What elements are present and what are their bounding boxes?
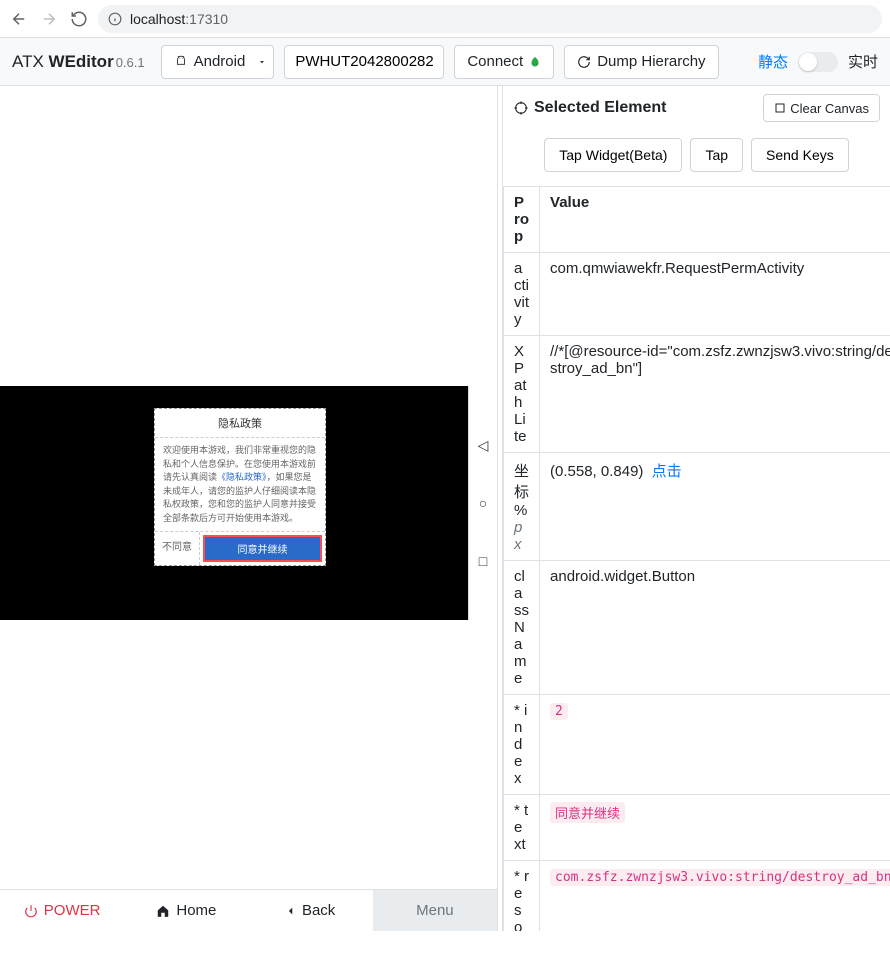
table-row: * resourceIdcom.zsfz.zwnzjsw3.vivo:strin… <box>504 861 890 932</box>
browser-bar: localhost:17310 <box>0 0 890 38</box>
nav-back-icon[interactable] <box>8 8 30 30</box>
back-label: Back <box>302 902 335 919</box>
coord-click-link[interactable]: 点击 <box>652 463 682 480</box>
nav-recent-square-icon[interactable]: □ <box>479 553 487 569</box>
platform-label: Android <box>194 53 246 70</box>
table-row: * text同意并继续 <box>504 795 890 861</box>
properties-table: PropValue activitycom.qmwiawekfr.Request… <box>503 186 890 931</box>
info-icon <box>108 12 122 26</box>
tap-widget-button[interactable]: Tap Widget(Beta) <box>544 138 682 172</box>
privacy-dialog: 隐私政策 欢迎使用本游戏，我们非常重视您的隐私和个人信息保护。在您使用本游戏前请… <box>154 408 326 566</box>
connect-label: Connect <box>467 53 523 70</box>
platform-dropdown[interactable]: Android <box>161 45 275 79</box>
clear-label: Clear Canvas <box>790 101 869 116</box>
refresh-icon <box>577 55 591 69</box>
nav-forward-icon[interactable] <box>38 8 60 30</box>
bottom-nav: POWER Home Back Menu <box>0 889 497 931</box>
status-static: 静态 <box>758 51 788 72</box>
selected-element-title: Selected Element <box>513 99 755 117</box>
nav-home-circle-icon[interactable]: ○ <box>479 495 487 511</box>
clear-canvas-button[interactable]: Clear Canvas <box>763 94 880 122</box>
app-title: ATX WEditor0.6.1 <box>12 52 145 72</box>
device-nav-bar: ◁ ○ □ <box>468 386 497 620</box>
url-bar[interactable]: localhost:17310 <box>98 5 882 33</box>
right-pane: Selected Element Clear Canvas Tap Widget… <box>503 86 890 931</box>
chevron-down-icon <box>257 57 267 67</box>
refresh-icon[interactable] <box>68 8 90 30</box>
connect-button[interactable]: Connect <box>454 45 554 79</box>
realtime-toggle[interactable] <box>798 52 838 72</box>
main-area: ◁ ○ □ 隐私政策 欢迎使用本游戏，我们非常重视您的隐私和个人信息保护。在您使… <box>0 86 890 931</box>
status-realtime: 实时 <box>848 51 878 72</box>
dialog-body: 欢迎使用本游戏，我们非常重视您的隐私和个人信息保护。在您使用本游戏前请先认真阅读… <box>155 438 325 531</box>
send-keys-button[interactable]: Send Keys <box>751 138 849 172</box>
tap-button[interactable]: Tap <box>690 138 743 172</box>
nav-back-triangle-icon[interactable]: ◁ <box>478 437 489 454</box>
table-row: * index2 <box>504 695 890 795</box>
agree-button[interactable]: 同意并继续 <box>203 535 322 562</box>
square-icon <box>774 102 786 114</box>
power-button[interactable]: POWER <box>0 890 124 931</box>
menu-button[interactable]: Menu <box>373 890 497 931</box>
left-pane: ◁ ○ □ 隐私政策 欢迎使用本游戏，我们非常重视您的隐私和个人信息保护。在您使… <box>0 86 497 931</box>
table-row: activitycom.qmwiawekfr.RequestPermActivi… <box>504 253 890 336</box>
home-icon <box>156 904 170 918</box>
disagree-button[interactable]: 不同意 <box>155 532 200 565</box>
table-row: classNameandroid.widget.Button <box>504 561 890 695</box>
leaf-icon <box>529 56 541 68</box>
app-toolbar: ATX WEditor0.6.1 Android Connect Dump Hi… <box>0 38 890 86</box>
table-row: XPathLite//*[@resource-id="com.zsfz.zwnz… <box>504 336 890 453</box>
header-prop: Prop <box>504 187 540 253</box>
device-view[interactable]: ◁ ○ □ 隐私政策 欢迎使用本游戏，我们非常重视您的隐私和个人信息保护。在您使… <box>0 86 497 889</box>
chevron-left-icon <box>286 904 296 918</box>
power-icon <box>24 904 38 918</box>
back-button[interactable]: Back <box>249 890 373 931</box>
header-value: Value <box>540 187 890 253</box>
crosshair-icon <box>513 100 529 116</box>
dump-label: Dump Hierarchy <box>597 53 705 70</box>
dump-hierarchy-button[interactable]: Dump Hierarchy <box>564 45 718 79</box>
home-label: Home <box>176 902 216 919</box>
home-button[interactable]: Home <box>124 890 248 931</box>
menu-label: Menu <box>416 902 454 919</box>
dialog-title: 隐私政策 <box>155 409 325 438</box>
power-label: POWER <box>44 902 101 919</box>
device-input[interactable] <box>284 45 444 79</box>
table-row: 坐标 % px(0.558, 0.849) 点击 <box>504 453 890 561</box>
url-text: localhost:17310 <box>130 11 228 27</box>
android-icon <box>174 55 188 69</box>
privacy-link[interactable]: 《隐私政策》 <box>217 472 267 482</box>
